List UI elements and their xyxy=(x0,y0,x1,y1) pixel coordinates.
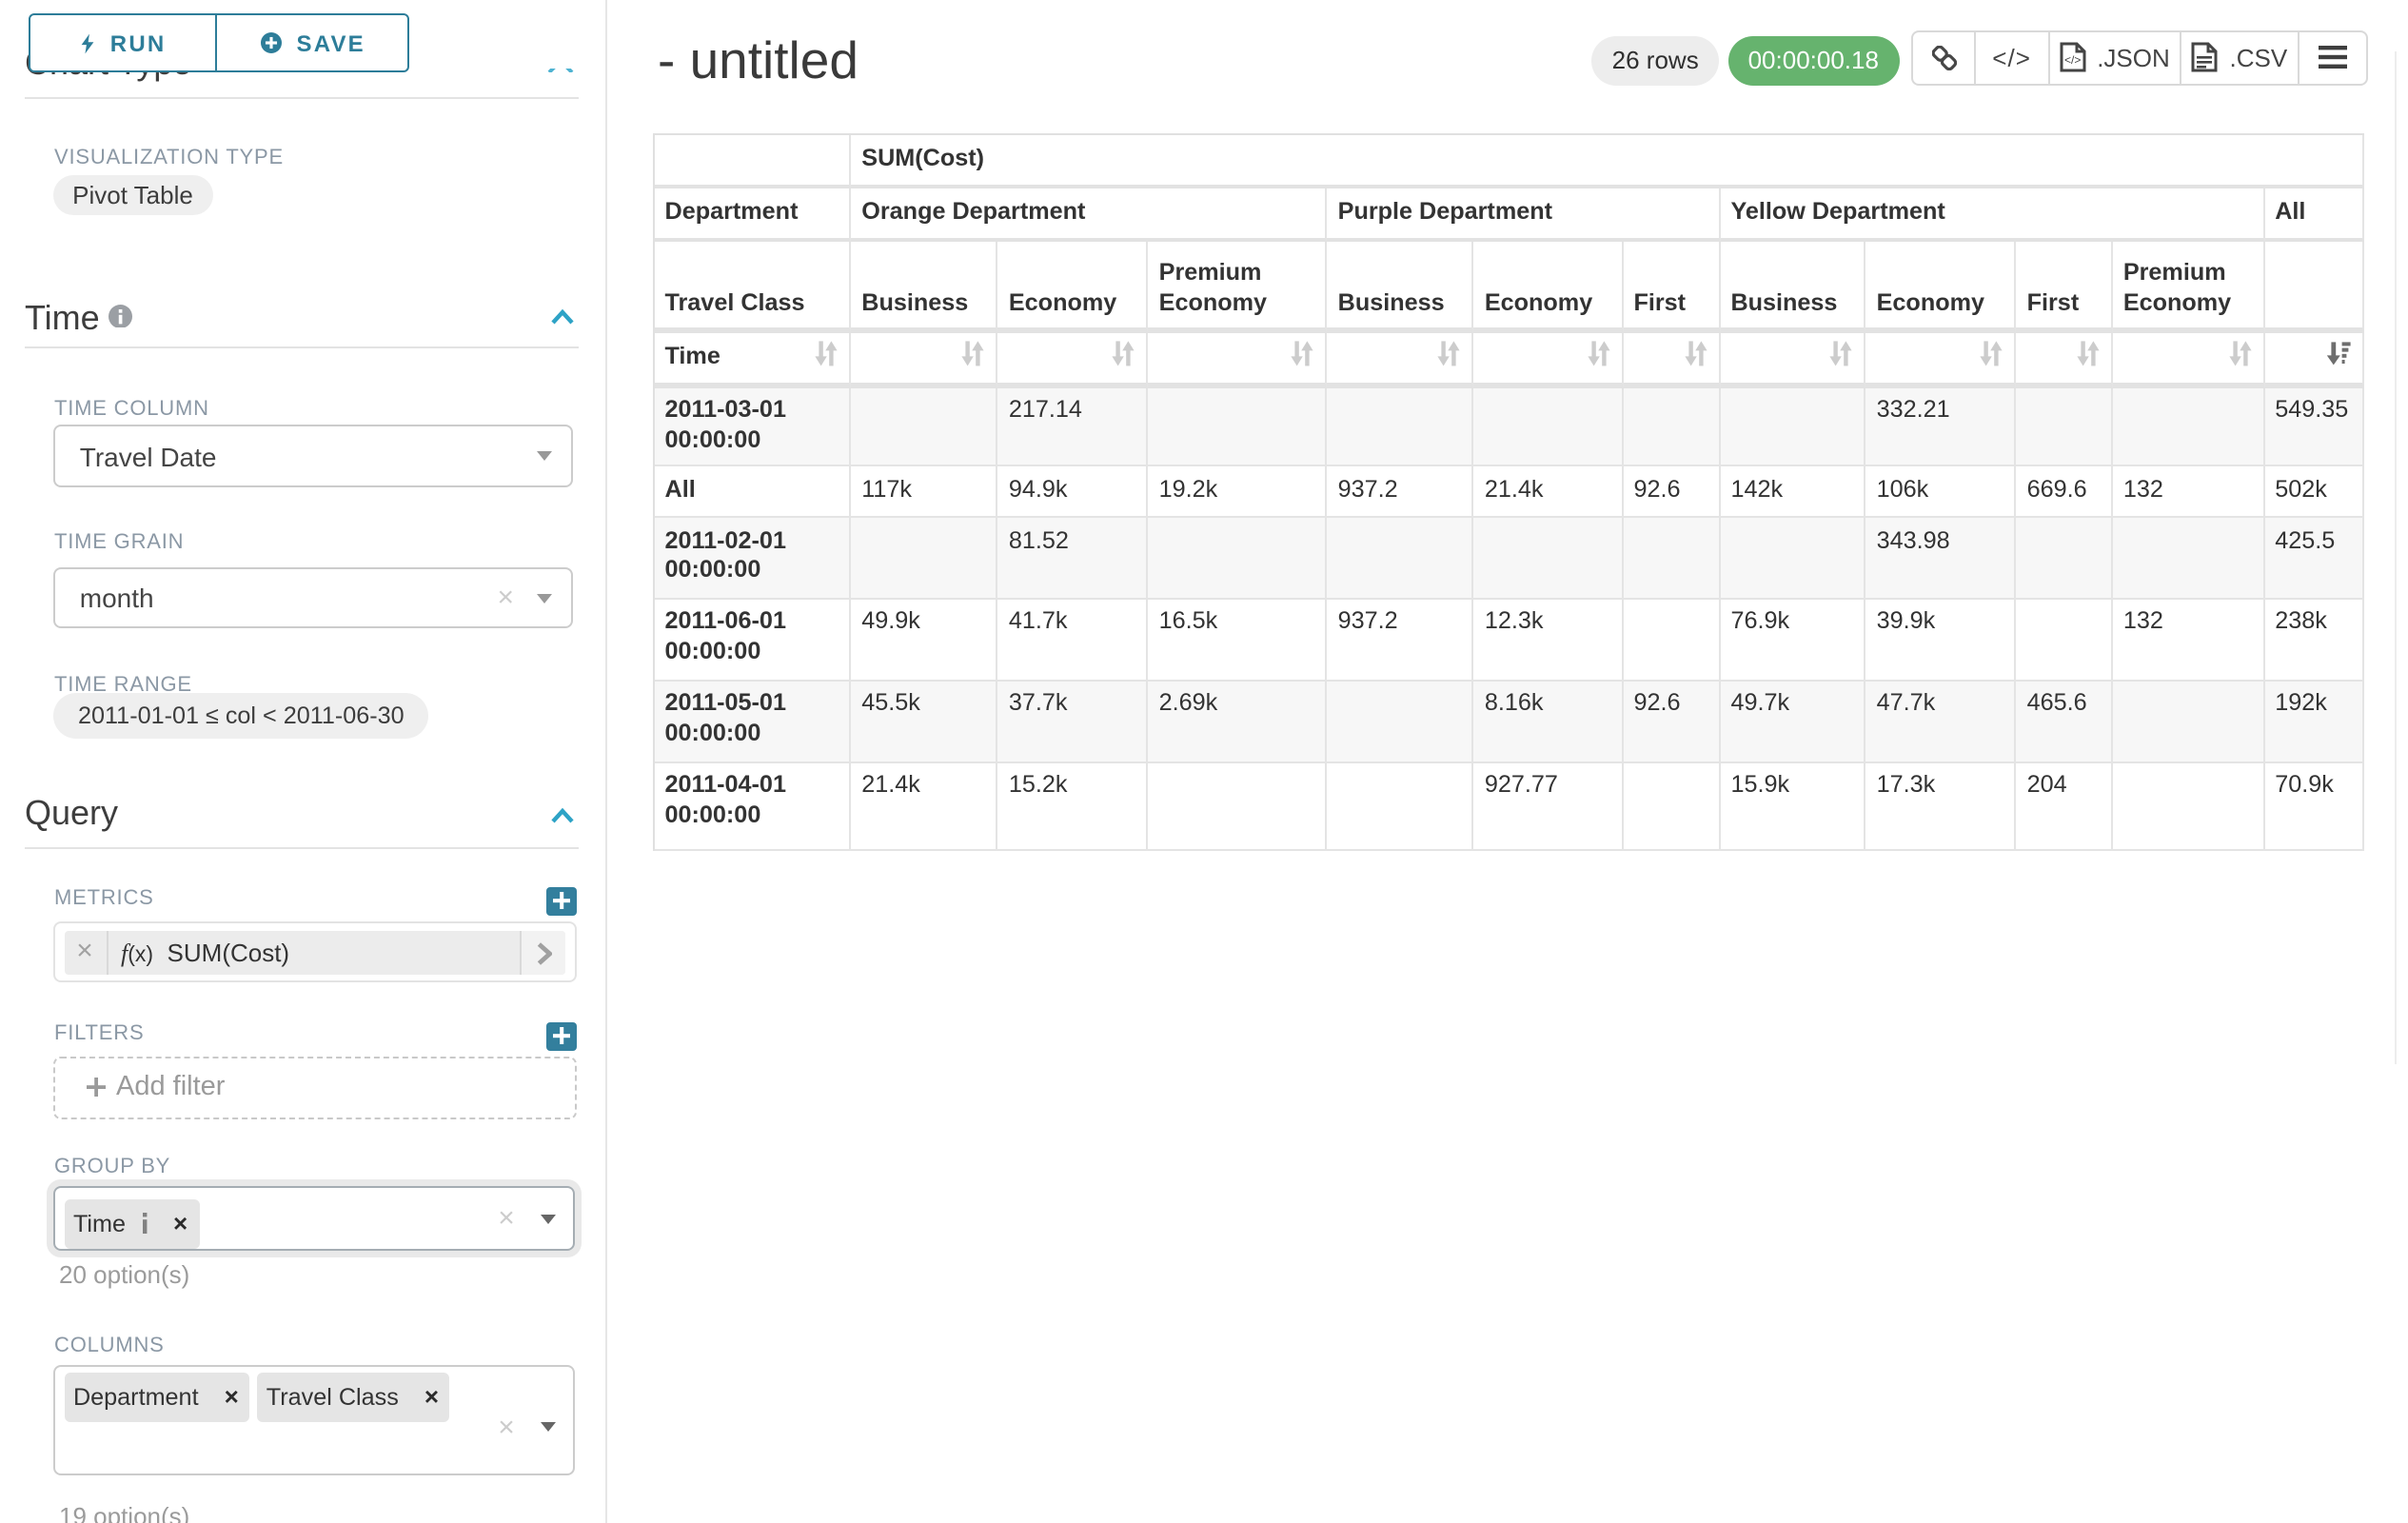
svg-text:</>: </> xyxy=(2063,54,2080,68)
